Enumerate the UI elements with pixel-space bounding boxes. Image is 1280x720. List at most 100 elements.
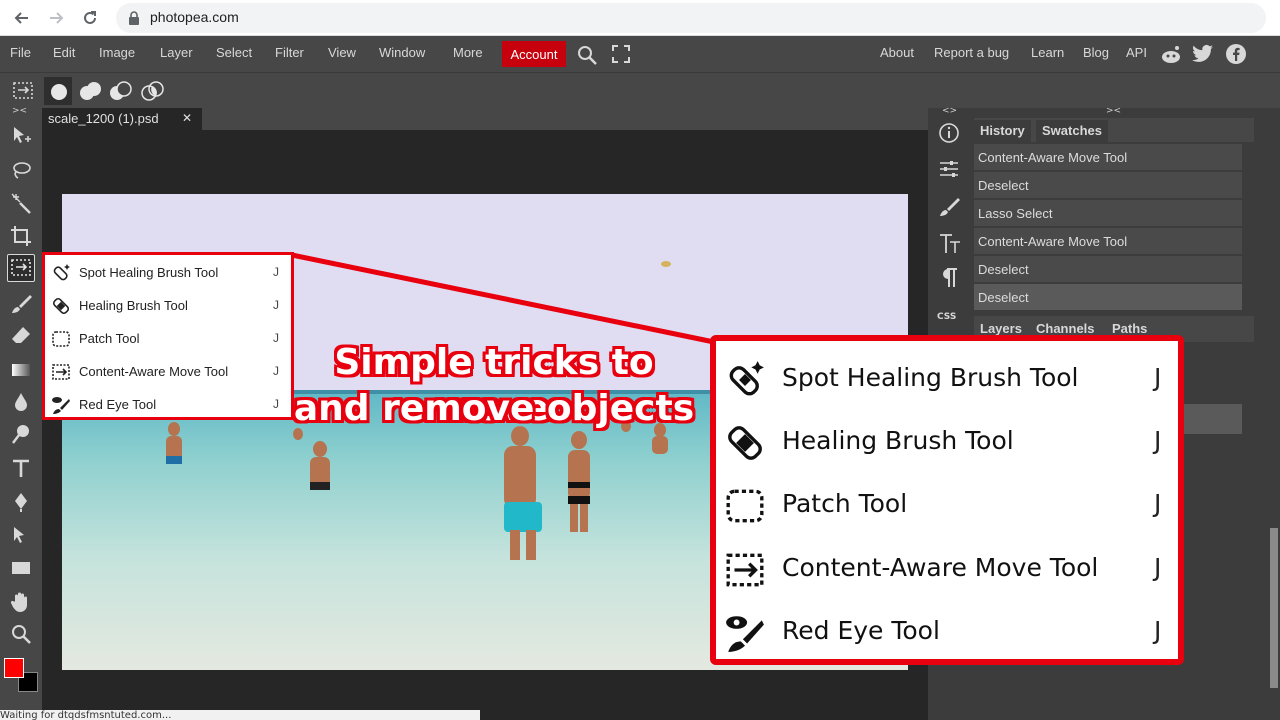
subtract-selection-icon[interactable] [106, 79, 134, 103]
path-select-icon [14, 527, 24, 543]
move-arrow-icon [14, 127, 31, 143]
flyout-shortcut: J [273, 331, 279, 345]
brush-settings-icon[interactable] [938, 196, 960, 218]
document-tab[interactable]: scale_1200 (1).psd ✕ [42, 108, 202, 130]
callout-item-spot-healing: Spot Healing Brush Tool J [716, 347, 1178, 410]
tool-hand[interactable] [7, 588, 35, 616]
toolbar-collapse[interactable]: >< [12, 106, 27, 116]
back-arrow-icon [14, 12, 28, 24]
menu-window[interactable]: Window [379, 45, 425, 60]
flyout-item-healing-brush[interactable]: Healing Brush Tool J [45, 290, 291, 322]
callout-item-content-aware-move: Content-Aware Move Tool J [716, 537, 1178, 600]
callout-label: Spot Healing Brush Tool [782, 363, 1079, 392]
link-report-bug[interactable]: Report a bug [934, 45, 1009, 60]
intersect-selection-icon[interactable] [138, 79, 166, 103]
healing-tools-callout: Spot Healing Brush Tool J Healing Brush … [710, 335, 1184, 665]
tool-eraser[interactable] [7, 322, 35, 350]
history-item[interactable]: Deselect [974, 256, 1242, 283]
tool-type[interactable] [7, 454, 35, 482]
tool-path-select[interactable] [7, 522, 35, 550]
patch-icon [726, 489, 764, 523]
link-about[interactable]: About [880, 45, 914, 60]
link-learn[interactable]: Learn [1031, 45, 1064, 60]
forward-button[interactable] [44, 6, 68, 30]
reload-button[interactable] [78, 6, 102, 30]
healing-tools-flyout: Spot Healing Brush Tool J Healing Brush … [42, 252, 294, 420]
tool-dodge[interactable] [7, 420, 35, 448]
link-blog[interactable]: Blog [1083, 45, 1109, 60]
link-api[interactable]: API [1126, 45, 1147, 60]
info-icon[interactable] [938, 122, 960, 144]
tool-move[interactable] [7, 122, 35, 150]
callout-shortcut: J [1154, 553, 1162, 582]
adjustments-icon[interactable] [938, 158, 960, 180]
flyout-shortcut: J [273, 265, 279, 279]
history-item[interactable]: Content-Aware Move Tool [974, 144, 1242, 171]
dodge-icon [12, 425, 29, 444]
character-icon[interactable] [938, 232, 962, 256]
flyout-item-content-aware-move[interactable]: Content-Aware Move Tool J [45, 356, 291, 388]
tool-zoom[interactable] [7, 620, 35, 648]
flyout-item-patch[interactable]: Patch Tool J [45, 323, 291, 355]
content-aware-move-icon[interactable] [12, 80, 34, 102]
flyout-item-spot-healing[interactable]: Spot Healing Brush Tool J [45, 257, 291, 289]
menu-more[interactable]: More [453, 45, 483, 60]
css-panel-button[interactable]: CSS [937, 312, 956, 322]
hand-icon [10, 592, 28, 612]
bandage-icon [728, 426, 762, 460]
facebook-icon[interactable] [1225, 43, 1247, 65]
flyout-item-red-eye[interactable]: Red Eye Tool J [45, 389, 291, 421]
tool-rectangle[interactable] [7, 554, 35, 582]
content-aware-move-icon [52, 364, 70, 380]
add-selection-icon[interactable] [76, 79, 104, 103]
document-tab-title: scale_1200 (1).psd [48, 111, 159, 126]
icon-strip-collapse[interactable]: <> [942, 106, 957, 116]
crop-icon [11, 226, 31, 246]
right-panel-collapse[interactable]: >< [1106, 106, 1121, 116]
browser-toolbar: photopea.com [0, 0, 1280, 36]
menu-view[interactable]: View [328, 45, 356, 60]
menu-select[interactable]: Select [216, 45, 252, 60]
tool-content-aware-move[interactable] [7, 254, 35, 282]
tab-close-icon[interactable]: ✕ [182, 111, 192, 125]
tab-swatches[interactable]: Swatches [1036, 120, 1108, 142]
menu-file[interactable]: File [10, 45, 31, 60]
tool-brush[interactable] [7, 290, 35, 318]
back-button[interactable] [10, 6, 34, 30]
history-item[interactable]: Content-Aware Move Tool [974, 228, 1242, 255]
tool-crop[interactable] [7, 222, 35, 250]
history-item[interactable]: Lasso Select [974, 200, 1242, 227]
selection-mode-new[interactable] [44, 77, 72, 105]
menu-edit[interactable]: Edit [53, 45, 75, 60]
spot-healing-icon [729, 361, 764, 396]
pen-icon [15, 493, 27, 512]
bandage-icon [52, 297, 70, 315]
drop-icon [15, 393, 27, 411]
twitter-icon[interactable] [1192, 44, 1214, 64]
account-button[interactable]: Account [502, 41, 566, 67]
fullscreen-icon[interactable] [612, 45, 630, 63]
address-bar[interactable]: photopea.com [116, 3, 1266, 33]
history-item-active[interactable]: Deselect [974, 284, 1242, 311]
reddit-icon[interactable] [1160, 44, 1182, 66]
tool-gradient[interactable] [7, 356, 35, 384]
tab-history[interactable]: History [974, 120, 1031, 142]
history-item[interactable]: Deselect [974, 172, 1242, 199]
rectangle-icon [12, 562, 30, 574]
app-root: photopea.com File Edit Image Layer Selec… [0, 0, 1280, 720]
tool-pen[interactable] [7, 488, 35, 516]
menu-filter[interactable]: Filter [275, 45, 304, 60]
menu-image[interactable]: Image [99, 45, 135, 60]
forward-arrow-icon [50, 12, 64, 24]
red-eye-icon [52, 397, 70, 414]
tool-magic-wand[interactable] [7, 190, 35, 218]
tool-lasso[interactable] [7, 156, 35, 184]
paragraph-icon[interactable] [938, 266, 960, 290]
browser-status-bar: Waiting for dtqdsfmsntuted.com... [0, 710, 480, 720]
search-icon[interactable] [576, 44, 598, 66]
menu-layer[interactable]: Layer [160, 45, 193, 60]
foreground-color-swatch[interactable] [4, 658, 24, 678]
tool-blur[interactable] [7, 388, 35, 416]
content-aware-move-icon [11, 259, 31, 276]
panel-scrollbar[interactable] [1270, 528, 1278, 688]
